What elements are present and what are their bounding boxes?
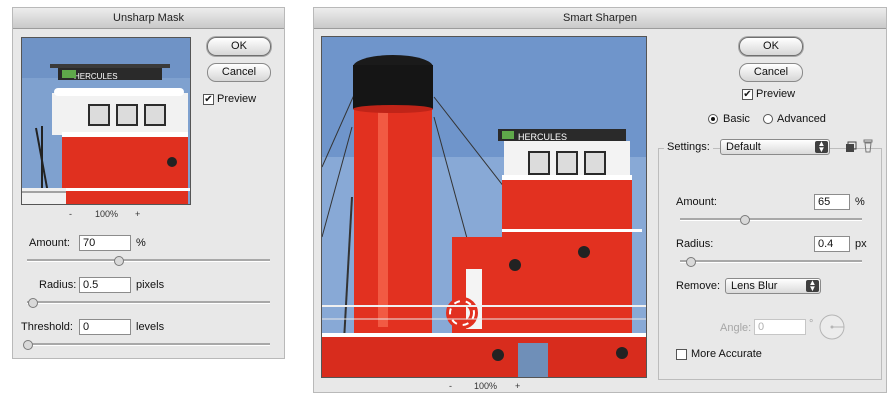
radius-slider-track[interactable] (27, 301, 270, 304)
settings-label: Settings: (664, 141, 713, 153)
threshold-unit: levels (136, 321, 165, 333)
ok-button[interactable]: OK (739, 37, 803, 56)
tugboat-preview-illustration: HERCULES (22, 38, 190, 204)
radius-slider-thumb[interactable] (28, 298, 38, 308)
amount-unit: % (855, 196, 865, 208)
unsharp-preview-image[interactable]: HERCULES (21, 37, 191, 205)
threshold-slider-track[interactable] (27, 343, 270, 346)
angle-label: Angle: (720, 322, 752, 334)
amount-slider-track[interactable] (680, 218, 862, 221)
amount-slider-thumb[interactable] (114, 256, 124, 266)
advanced-radio[interactable] (763, 114, 773, 124)
threshold-input[interactable]: 0 (79, 319, 131, 335)
basic-label: Basic (723, 113, 750, 125)
preview-checkbox[interactable]: ✔ (203, 94, 214, 105)
unsharp-mask-dialog: Unsharp Mask HERCULES - 100% + OK Cancel… (12, 7, 285, 359)
amount-label: Amount: (29, 237, 70, 249)
cancel-button[interactable]: Cancel (739, 63, 803, 82)
settings-select[interactable]: Default ▲ ▼ (720, 139, 830, 155)
remove-label: Remove: (676, 280, 721, 292)
angle-dial[interactable] (818, 313, 846, 341)
more-accurate-label: More Accurate (691, 348, 762, 360)
remove-select[interactable]: Lens Blur ▲ ▼ (725, 278, 821, 294)
ok-button[interactable]: OK (207, 37, 271, 56)
smart-sharpen-preview-image[interactable]: HERCULES (321, 36, 647, 378)
preview-label: Preview (217, 93, 257, 105)
save-settings-icon[interactable] (845, 140, 857, 152)
zoom-level: 100% (474, 381, 498, 391)
chevron-updown-icon: ▲ ▼ (806, 279, 819, 293)
zoom-level: 100% (95, 209, 119, 219)
amount-input[interactable]: 70 (79, 235, 131, 251)
basic-radio[interactable] (708, 114, 718, 124)
radius-label: Radius: (676, 238, 714, 250)
cancel-button[interactable]: Cancel (207, 63, 271, 82)
preview-label: Preview (756, 88, 796, 100)
settings-select-value: Default (726, 141, 761, 153)
amount-label: Amount: (676, 196, 717, 208)
more-accurate-checkbox[interactable] (676, 349, 687, 360)
large-preview-sign-text: HERCULES (518, 132, 567, 142)
advanced-label: Advanced (777, 113, 826, 125)
amount-unit: % (136, 237, 146, 249)
zoom-in-button[interactable]: + (515, 381, 520, 391)
preview-sign-text: HERCULES (74, 72, 118, 81)
smart-sharpen-title: Smart Sharpen (314, 8, 886, 29)
trash-icon[interactable] (862, 139, 874, 153)
angle-input[interactable]: 0 (754, 319, 806, 335)
angle-unit: ° (809, 318, 814, 330)
smart-sharpen-dialog: Smart Sharpen HERCULES - 100% + OK Cance… (313, 7, 887, 393)
threshold-label: Threshold: (21, 321, 73, 333)
radius-slider-track[interactable] (680, 260, 862, 263)
radius-slider-thumb[interactable] (686, 257, 696, 267)
zoom-in-button[interactable]: + (135, 209, 140, 219)
radius-input[interactable]: 0.5 (79, 277, 131, 293)
tugboat-large-preview-illustration: HERCULES (322, 37, 646, 377)
radius-label: Radius: (39, 279, 77, 291)
zoom-out-button[interactable]: - (69, 209, 72, 219)
radius-unit: pixels (136, 279, 165, 291)
radius-input[interactable]: 0.4 (814, 236, 850, 252)
amount-slider-thumb[interactable] (740, 215, 750, 225)
remove-select-value: Lens Blur (731, 280, 778, 292)
zoom-out-button[interactable]: - (449, 381, 452, 391)
chevron-updown-icon: ▲ ▼ (815, 140, 828, 154)
radius-unit: px (855, 238, 867, 250)
amount-input[interactable]: 65 (814, 194, 850, 210)
unsharp-mask-title: Unsharp Mask (13, 8, 284, 29)
threshold-slider-thumb[interactable] (23, 340, 33, 350)
amount-slider-track[interactable] (27, 259, 270, 262)
preview-checkbox[interactable]: ✔ (742, 89, 753, 100)
